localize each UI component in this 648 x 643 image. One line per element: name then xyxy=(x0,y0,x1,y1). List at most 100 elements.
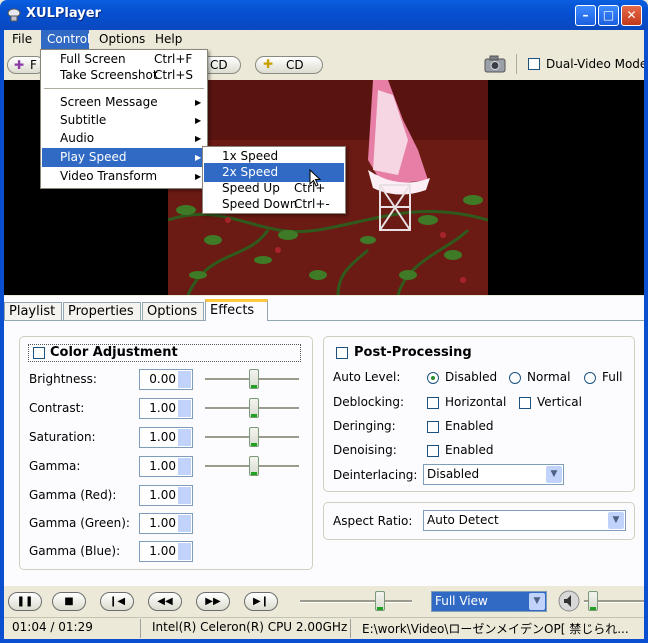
auto-level-normal-radio[interactable] xyxy=(509,372,521,384)
menu-item-video-transform[interactable]: Video Transform xyxy=(60,167,157,186)
tab-properties[interactable]: Properties xyxy=(63,302,141,320)
color-adjustment-checkbox[interactable] xyxy=(33,347,45,359)
close-icon: ✕ xyxy=(626,8,637,22)
window-border-left xyxy=(0,30,4,643)
auto-level-full-label: Full xyxy=(602,370,623,384)
contrast-slider-thumb[interactable] xyxy=(249,398,259,418)
stop-button[interactable]: ■ xyxy=(52,592,86,611)
maximize-button[interactable]: □ xyxy=(598,5,619,26)
spinner-arrows-icon[interactable] xyxy=(177,429,191,446)
gamma-blue-value: 1.00 xyxy=(149,544,176,558)
spinner-arrows-icon[interactable] xyxy=(177,371,191,388)
chevron-down-icon[interactable]: ▼ xyxy=(546,466,562,483)
deblocking-vertical-checkbox[interactable] xyxy=(519,397,531,409)
seek-slider-thumb[interactable] xyxy=(375,591,385,611)
status-separator xyxy=(350,619,351,638)
gamma-green-spinner[interactable]: 1.00 xyxy=(139,513,193,534)
deringing-label: Deringing: xyxy=(333,419,396,433)
close-button[interactable]: ✕ xyxy=(621,5,642,26)
denoising-checkbox[interactable] xyxy=(427,445,439,457)
seek-slider-track[interactable] xyxy=(300,600,412,603)
gamma-blue-label: Gamma (Blue): xyxy=(29,544,121,558)
brightness-slider-thumb[interactable] xyxy=(249,369,259,389)
spinner-arrows-icon[interactable] xyxy=(177,400,191,417)
view-mode-value: Full View xyxy=(435,594,488,608)
next-button[interactable]: ▶❙ xyxy=(244,592,278,611)
deringing-checkbox[interactable] xyxy=(427,421,439,433)
auto-level-disabled-radio[interactable] xyxy=(427,372,439,384)
spinner-arrows-icon[interactable] xyxy=(177,458,191,475)
open-cd-button[interactable]: ✚ CD xyxy=(255,56,323,74)
deinterlacing-label: Deinterlacing: xyxy=(333,468,418,482)
deinterlacing-select[interactable]: Disabled ▼ xyxy=(423,464,564,485)
saturation-spinner[interactable]: 1.00 xyxy=(139,427,193,448)
menu-item-play-speed[interactable]: Play Speed ▶ xyxy=(42,148,206,167)
menu-item-play-speed-label: Play Speed xyxy=(60,150,127,164)
menu-item-audio[interactable]: Audio xyxy=(60,129,94,148)
menu-item-take-screenshot[interactable]: Take Screenshot xyxy=(60,66,158,85)
toolbar-separator xyxy=(516,54,517,74)
brightness-spinner[interactable]: 0.00 xyxy=(139,369,193,390)
tab-playlist[interactable]: Playlist xyxy=(4,302,62,320)
spinner-arrows-icon[interactable] xyxy=(177,543,191,560)
skip-next-icon: ▶❙ xyxy=(252,596,270,607)
spinner-arrows-icon[interactable] xyxy=(177,515,191,532)
aspect-ratio-value: Auto Detect xyxy=(427,513,499,527)
speaker-icon[interactable] xyxy=(558,590,580,612)
auto-level-full-radio[interactable] xyxy=(584,372,596,384)
contrast-label: Contrast: xyxy=(29,401,85,415)
status-separator xyxy=(140,619,141,638)
submenu-arrow-icon: ▶ xyxy=(195,116,202,125)
camera-icon[interactable] xyxy=(484,55,506,73)
status-file-path: E:\work\Video\ローゼンメイデンOP[ 禁じられ... xyxy=(362,622,629,636)
skip-previous-icon: ❙◀ xyxy=(108,596,126,607)
view-mode-select[interactable]: Full View ▼ xyxy=(431,591,547,612)
gamma-red-spinner[interactable]: 1.00 xyxy=(139,485,193,506)
add-icon: ✚ xyxy=(263,57,274,71)
minimize-icon: – xyxy=(582,8,589,22)
gamma-slider-thumb[interactable] xyxy=(249,456,259,476)
submenu-arrow-icon: ▶ xyxy=(195,153,202,162)
spinner-arrows-icon[interactable] xyxy=(177,487,191,504)
dual-video-checkbox[interactable] xyxy=(528,58,540,70)
gamma-blue-spinner[interactable]: 1.00 xyxy=(139,541,193,562)
saturation-value: 1.00 xyxy=(149,430,176,444)
minimize-button[interactable]: – xyxy=(575,5,596,26)
menu-help[interactable]: Help xyxy=(150,31,187,48)
tab-effects[interactable]: Effects xyxy=(205,299,268,321)
aspect-ratio-label: Aspect Ratio: xyxy=(333,514,413,528)
menu-item-subtitle[interactable]: Subtitle xyxy=(60,111,106,130)
menu-item-screen-message[interactable]: Screen Message xyxy=(60,93,158,112)
menu-item-speed-down[interactable]: Speed Down xyxy=(222,195,297,214)
submenu-arrow-icon: ▶ xyxy=(195,172,202,181)
post-processing-checkbox[interactable] xyxy=(336,347,348,359)
fast-forward-icon: ▶▶ xyxy=(205,596,221,607)
chevron-down-icon[interactable]: ▼ xyxy=(608,512,624,529)
status-cpu: Intel(R) Celeron(R) CPU 2.00GHz xyxy=(152,620,348,634)
color-adjustment-title: Color Adjustment xyxy=(50,345,178,360)
aspect-ratio-select[interactable]: Auto Detect ▼ xyxy=(423,510,626,531)
saturation-slider-thumb[interactable] xyxy=(249,427,259,447)
brightness-label: Brightness: xyxy=(29,372,97,386)
auto-level-disabled-label: Disabled xyxy=(445,370,498,384)
gamma-value: 1.00 xyxy=(149,459,176,473)
contrast-spinner[interactable]: 1.00 xyxy=(139,398,193,419)
rewind-button[interactable]: ◀◀ xyxy=(148,592,182,611)
window-title: XULPlayer xyxy=(26,6,101,21)
menu-file[interactable]: File xyxy=(7,31,37,48)
previous-button[interactable]: ❙◀ xyxy=(100,592,134,611)
pause-icon: ❚❚ xyxy=(16,596,34,607)
menu-options[interactable]: Options xyxy=(94,31,150,48)
stop-icon: ■ xyxy=(64,596,74,607)
tab-options[interactable]: Options xyxy=(142,302,204,320)
chevron-down-icon[interactable]: ▼ xyxy=(529,593,545,610)
gamma-spinner[interactable]: 1.00 xyxy=(139,456,193,477)
add-icon: ✚ xyxy=(14,58,25,72)
pause-button[interactable]: ❚❚ xyxy=(8,592,42,611)
menu-control[interactable]: Control xyxy=(42,31,95,48)
open-file-label: F xyxy=(30,58,37,72)
contrast-value: 1.00 xyxy=(149,401,176,415)
volume-slider-thumb[interactable] xyxy=(588,591,598,611)
deblocking-horizontal-checkbox[interactable] xyxy=(427,397,439,409)
fast-forward-button[interactable]: ▶▶ xyxy=(196,592,230,611)
